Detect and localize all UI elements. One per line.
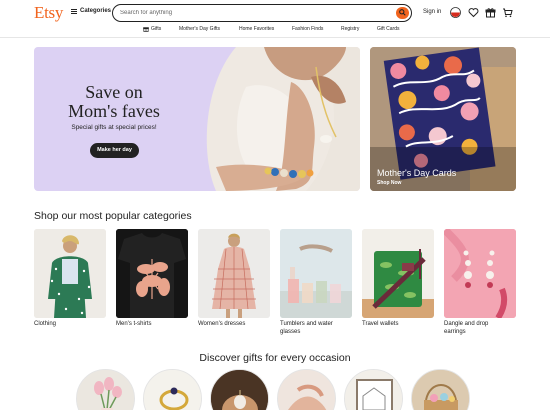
occasion-circle-flowers[interactable]	[76, 369, 135, 410]
category-label: Women's dresses	[198, 321, 274, 329]
nav-item-label: Gift Cards	[377, 26, 400, 32]
search-button[interactable]	[396, 6, 409, 19]
occasion-circle-baskets[interactable]	[411, 369, 470, 410]
category-label-line: Women's dresses	[198, 321, 246, 327]
nav-item-gifts[interactable]: Gifts	[143, 26, 161, 32]
category-nav: Gifts Mother's Day Gifts Home Favorites …	[0, 24, 550, 38]
nav-item-mothers-day-gifts[interactable]: Mother's Day Gifts	[179, 26, 220, 32]
popular-categories-title: Shop our most popular categories	[34, 210, 192, 222]
tulips-photo	[77, 370, 134, 410]
make-her-day-button[interactable]: Make her day	[90, 143, 139, 158]
nav-item-label: Home Favorites	[239, 26, 275, 32]
occasions-title: Discover gifts for every occasion	[199, 352, 351, 364]
category-tile-clothing[interactable]	[34, 229, 106, 318]
promo-card-title: Mother's Day Cards	[377, 168, 457, 178]
occasion-circle-hands[interactable]	[277, 369, 336, 410]
shop-now-link[interactable]: Shop Now	[377, 180, 401, 186]
hero-title-line: Save on	[85, 82, 143, 102]
hero-title-line: Mom's faves	[68, 101, 160, 121]
hero-woman-bracelet-photo	[206, 47, 360, 191]
category-label-line: earrings	[444, 328, 466, 335]
category-label-line: Men's t-shirts	[116, 321, 152, 327]
nav-item-label: Mother's Day Gifts	[179, 26, 220, 32]
nav-item-label: Registry	[341, 26, 360, 32]
search-bar	[112, 4, 412, 22]
womens-dress-photo	[198, 229, 270, 318]
category-label: Tumblers and water glasses	[280, 321, 356, 336]
easter-basket-photo	[412, 370, 469, 410]
favorites-heart-icon[interactable]	[468, 7, 479, 18]
category-tile-mens-tshirts[interactable]	[116, 229, 188, 318]
mens-tshirt-photo	[116, 229, 188, 318]
category-label: Clothing	[34, 321, 110, 329]
mothers-day-cards-promo[interactable]: Mother's Day Cards Shop Now	[370, 47, 516, 191]
clothing-photo	[34, 229, 106, 318]
hero-banner[interactable]: Save on Mom's faves Special gifts at spe…	[34, 47, 360, 191]
category-tile-dangle-earrings[interactable]	[444, 229, 516, 318]
nav-item-label: Fashion Finds	[292, 26, 324, 32]
hamburger-icon	[71, 8, 77, 14]
category-label-line: Dangle and drop	[444, 321, 489, 327]
category-tile-womens-dresses[interactable]	[198, 229, 270, 318]
nav-item-gift-cards[interactable]: Gift Cards	[377, 26, 400, 32]
tumblers-photo	[280, 229, 352, 318]
nav-item-home-favorites[interactable]: Home Favorites	[239, 26, 274, 32]
category-label: Dangle and drop earrings	[444, 321, 520, 336]
gift-icon	[143, 27, 149, 32]
occasion-circle-rings[interactable]	[143, 369, 202, 410]
framed-print-photo	[345, 370, 402, 410]
search-icon	[399, 9, 406, 16]
category-label-line: Tumblers and water	[280, 321, 333, 327]
pendant-photo	[211, 370, 268, 410]
gift-icon[interactable]	[485, 7, 496, 18]
category-label-line: Travel wallets	[362, 321, 399, 327]
search-input[interactable]	[120, 8, 380, 18]
category-tile-tumblers[interactable]	[280, 229, 352, 318]
hero-title: Save on Mom's faves	[34, 83, 194, 121]
nav-item-label: Gifts	[151, 26, 162, 32]
occasion-circle-jewelry[interactable]	[210, 369, 269, 410]
categories-menu-button[interactable]: Categories	[71, 8, 111, 14]
sign-in-link[interactable]: Sign in	[423, 9, 441, 15]
travel-wallet-photo	[362, 229, 434, 318]
earrings-photo	[444, 229, 516, 318]
nav-item-registry[interactable]: Registry	[341, 26, 359, 32]
hero-subtitle: Special gifts at special prices!	[71, 124, 157, 131]
nav-item-fashion-finds[interactable]: Fashion Finds	[292, 26, 323, 32]
category-label-line: glasses	[280, 328, 301, 335]
category-label: Travel wallets	[362, 321, 438, 329]
site-header: Etsy Categories Sign in	[0, 0, 550, 24]
occasion-circle-prints[interactable]	[344, 369, 403, 410]
category-label-line: Clothing	[34, 321, 57, 327]
hands-photo	[278, 370, 335, 410]
ring-photo	[144, 370, 201, 410]
cart-icon[interactable]	[502, 7, 513, 18]
category-tile-travel-wallets[interactable]	[362, 229, 434, 318]
region-flag-icon[interactable]	[450, 7, 461, 18]
etsy-logo[interactable]: Etsy	[34, 3, 63, 23]
category-label: Men's t-shirts	[116, 321, 192, 329]
categories-label: Categories	[80, 8, 112, 14]
